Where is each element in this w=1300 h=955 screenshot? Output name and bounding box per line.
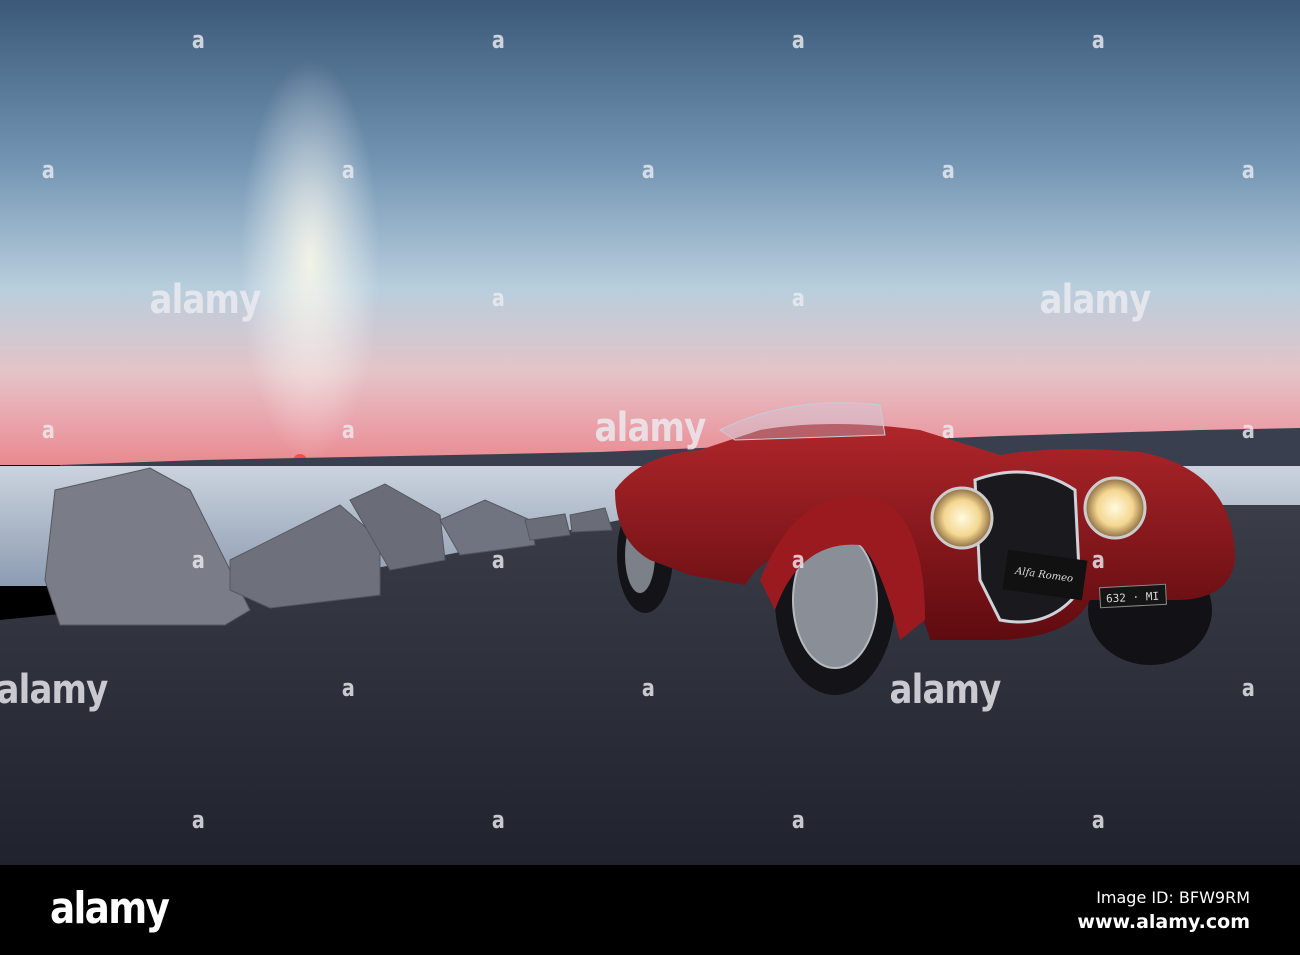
watermark-small: a — [791, 546, 805, 574]
site-url[interactable]: www.alamy.com — [1077, 911, 1250, 933]
watermark-small: a — [191, 546, 205, 574]
watermark-large: alamy — [594, 405, 707, 451]
watermark-small: a — [1241, 156, 1255, 184]
watermark-small: a — [641, 674, 655, 702]
watermark-large: alamy — [0, 667, 108, 713]
headlight-right — [1083, 476, 1147, 540]
watermark-small: a — [941, 416, 955, 444]
watermark-small: a — [341, 674, 355, 702]
watermark-small: a — [491, 546, 505, 574]
watermark-large: alamy — [889, 667, 1002, 713]
sun-glow — [240, 60, 380, 460]
watermark-small: a — [941, 156, 955, 184]
watermark-small: a — [1091, 806, 1105, 834]
image-id: Image ID: BFW9RM — [1096, 888, 1250, 907]
watermark-small: a — [491, 806, 505, 834]
watermark-small: a — [641, 156, 655, 184]
watermark-small: a — [341, 156, 355, 184]
sky — [0, 0, 1300, 465]
watermark-small: a — [791, 26, 805, 54]
watermark-small: a — [191, 26, 205, 54]
headlight-left — [930, 486, 994, 550]
watermark-small: a — [491, 26, 505, 54]
watermark-small: a — [1241, 674, 1255, 702]
license-plate: 632 · MI — [1106, 590, 1160, 606]
watermark-small: a — [341, 416, 355, 444]
watermark-large: alamy — [1039, 277, 1152, 323]
watermark-small: a — [791, 284, 805, 312]
alamy-logo: alamy — [50, 883, 170, 934]
photo: Alfa Romeo 632 · MI alamy alamy alamy alamy… — [0, 0, 1300, 865]
watermark-small: a — [491, 284, 505, 312]
watermark-small: a — [191, 806, 205, 834]
watermark-small: a — [41, 156, 55, 184]
watermark-small: a — [1091, 546, 1105, 574]
watermark-small: a — [791, 806, 805, 834]
watermark-large: alamy — [149, 277, 262, 323]
footer-bar: alamy Image ID: BFW9RM www.alamy.com — [0, 865, 1300, 955]
watermark-small: a — [1241, 416, 1255, 444]
watermark-small: a — [1091, 26, 1105, 54]
watermark-small: a — [41, 416, 55, 444]
